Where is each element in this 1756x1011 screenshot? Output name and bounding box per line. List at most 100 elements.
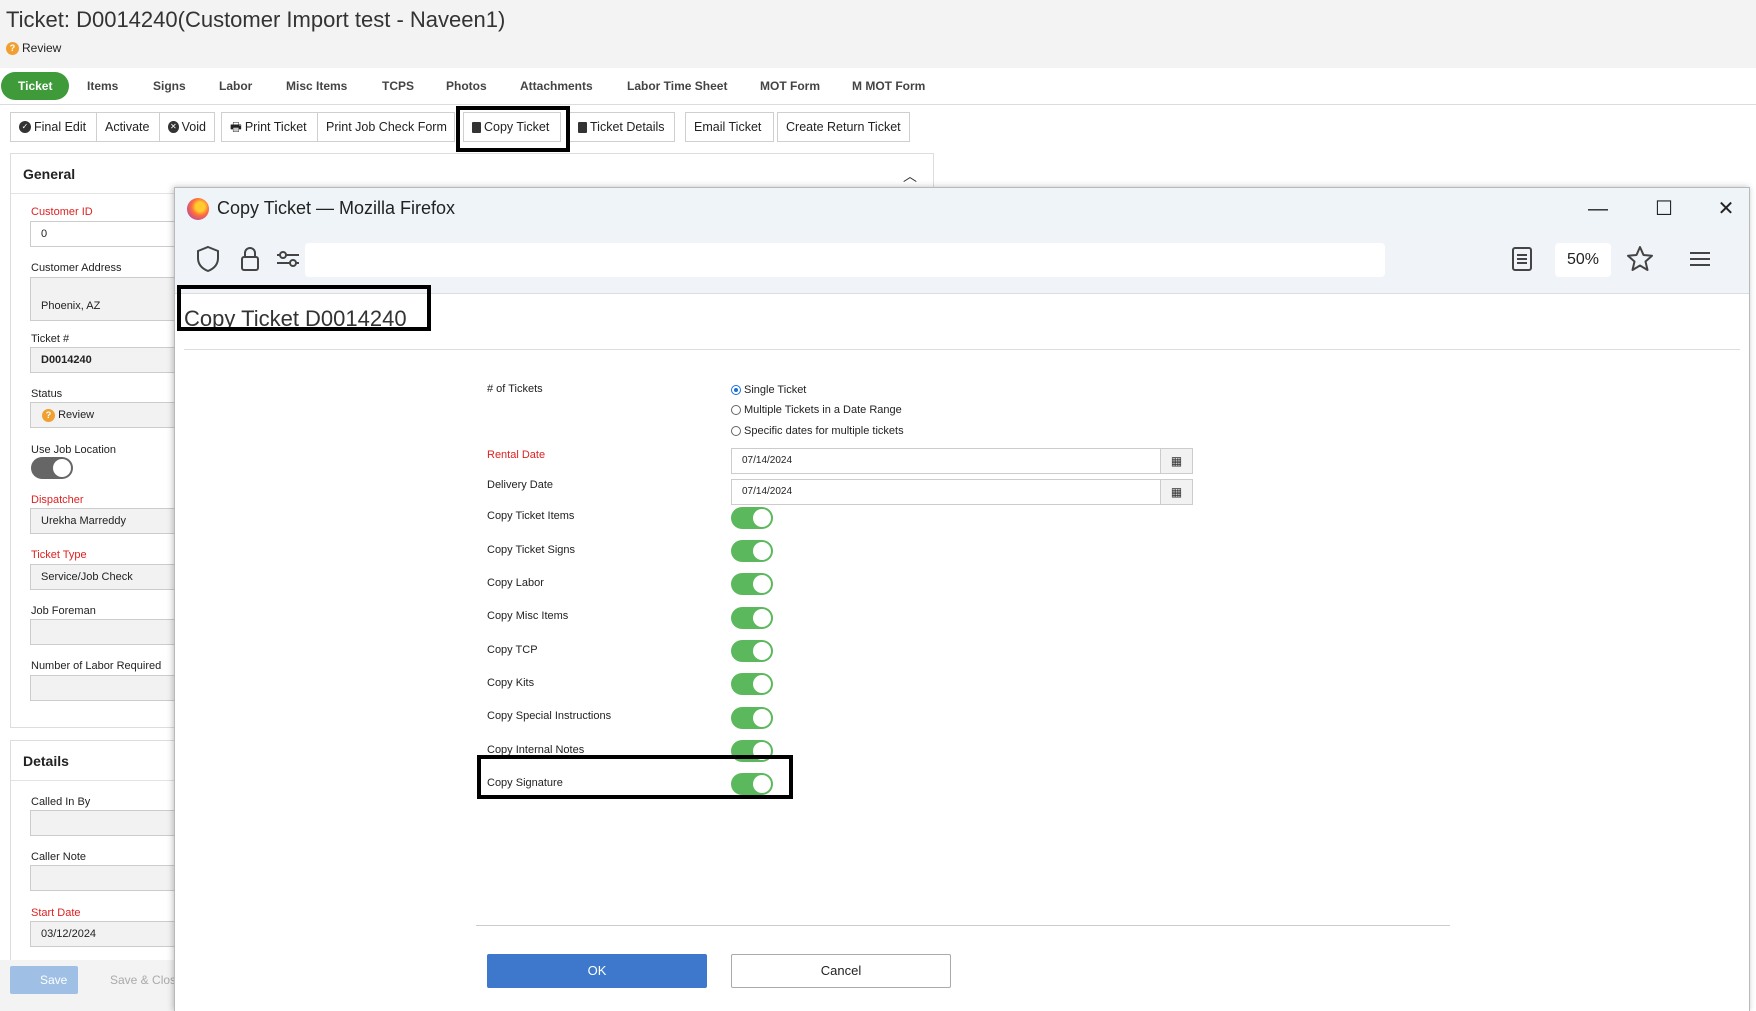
firefox-logo-icon <box>187 198 209 220</box>
job-foreman-field[interactable] <box>30 619 190 645</box>
rental-date-input[interactable]: 07/14/2024 ▦ <box>731 448 1193 474</box>
calendar-icon[interactable]: ▦ <box>1160 480 1192 504</box>
chevron-up-icon[interactable]: ︿ <box>903 166 917 186</box>
shield-icon[interactable] <box>193 244 223 274</box>
tab-labor-time-sheet[interactable]: Labor Time Sheet <box>617 72 737 100</box>
ticket-details-label: Ticket Details <box>590 120 665 134</box>
tab-attachments[interactable]: Attachments <box>510 72 603 100</box>
radio-unselected-icon[interactable] <box>731 426 741 436</box>
copy-tcp-label: Copy TCP <box>487 644 538 656</box>
copy-special-instructions-toggle[interactable] <box>731 707 773 729</box>
delivery-date-label: Delivery Date <box>487 479 554 491</box>
page-title: Ticket: D0014240(Customer Import test - … <box>6 7 506 32</box>
x-circle-icon: ✕ <box>168 121 179 133</box>
radio-single-ticket[interactable]: Single Ticket <box>731 384 806 396</box>
copy-kits-toggle[interactable] <box>731 673 773 695</box>
save-button[interactable]: Save <box>10 966 78 994</box>
tab-mot-form[interactable]: MOT Form <box>750 72 830 100</box>
title-divider <box>184 349 1740 350</box>
radio-multiple-range[interactable]: Multiple Tickets in a Date Range <box>731 404 902 416</box>
printer-icon: 🖶 <box>230 120 242 134</box>
use-job-location-toggle[interactable] <box>31 457 73 479</box>
tab-bar: Ticket Items Signs Labor Misc Items TCPS… <box>0 68 1756 105</box>
copy-labor-toggle[interactable] <box>731 573 773 595</box>
email-ticket-button[interactable]: Email Ticket <box>685 112 774 142</box>
radio-selected-icon[interactable] <box>731 385 741 395</box>
maximize-icon[interactable]: ☐ <box>1641 192 1687 226</box>
copy-misc-items-toggle[interactable] <box>731 607 773 629</box>
tab-signs[interactable]: Signs <box>143 72 196 100</box>
copy-ticket-signs-toggle[interactable] <box>731 540 773 562</box>
ok-button[interactable]: OK <box>487 954 707 988</box>
ticket-number-label: Ticket # <box>31 333 70 345</box>
tab-ticket[interactable]: Ticket <box>1 72 70 100</box>
details-panel: Details Called In By Caller Note Start D… <box>10 740 200 960</box>
radio-specific-dates[interactable]: Specific dates for multiple tickets <box>731 425 904 437</box>
zoom-level[interactable]: 50% <box>1555 243 1611 277</box>
firefox-window-title: Copy Ticket — Mozilla Firefox <box>217 198 456 218</box>
hamburger-menu-icon[interactable] <box>1685 244 1715 274</box>
void-button[interactable]: ✕ Void <box>159 112 215 142</box>
customer-id-field[interactable]: 0 <box>30 221 190 247</box>
print-job-check-button[interactable]: Print Job Check Form <box>317 112 455 142</box>
star-icon[interactable] <box>1625 244 1655 274</box>
final-edit-button[interactable]: ✓ Final Edit <box>10 112 97 142</box>
activate-button[interactable]: Activate <box>96 112 160 142</box>
final-edit-label: Final Edit <box>34 120 87 134</box>
start-date-field[interactable]: 03/12/2024 <box>30 921 190 947</box>
ticket-number-field: D0014240 <box>30 347 190 373</box>
tab-labor[interactable]: Labor <box>209 72 262 100</box>
question-icon: ? <box>42 408 55 422</box>
caller-note-field[interactable] <box>30 865 190 891</box>
labor-required-label: Number of Labor Required <box>31 660 162 672</box>
copy-tcp-toggle[interactable] <box>731 640 773 662</box>
labor-required-field[interactable] <box>30 675 190 701</box>
create-return-label: Create Return Ticket <box>786 120 901 134</box>
radio-specific-label: Specific dates for multiple tickets <box>744 425 904 437</box>
ticket-type-field[interactable]: Service/Job Check <box>30 564 190 590</box>
ticket-details-button[interactable]: Ticket Details <box>569 112 675 142</box>
copy-labor-label: Copy Labor <box>487 577 544 589</box>
lock-icon[interactable] <box>235 244 265 274</box>
rental-date-value: 07/14/2024 <box>742 455 793 466</box>
copy-ticket-signs-label: Copy Ticket Signs <box>487 544 576 556</box>
page-header: Ticket: D0014240(Customer Import test - … <box>0 0 1756 68</box>
copy-ticket-highlight <box>456 106 570 152</box>
delivery-date-input[interactable]: 07/14/2024 ▦ <box>731 479 1193 505</box>
firefox-dialog-window: Copy Ticket — Mozilla Firefox — ☐ ✕ 50% <box>174 187 1750 1011</box>
copy-special-instructions-label: Copy Special Instructions <box>487 710 612 722</box>
url-bar[interactable] <box>305 243 1385 277</box>
num-tickets-label: # of Tickets <box>487 383 543 395</box>
create-return-ticket-button[interactable]: Create Return Ticket <box>777 112 910 142</box>
called-in-by-field[interactable] <box>30 810 190 836</box>
activate-label: Activate <box>105 120 150 134</box>
print-ticket-button[interactable]: 🖶 Print Ticket <box>221 112 318 142</box>
tab-misc-items[interactable]: Misc Items <box>276 72 357 100</box>
tab-photos[interactable]: Photos <box>436 72 497 100</box>
cancel-button[interactable]: Cancel <box>731 954 951 988</box>
radio-multiple-label: Multiple Tickets in a Date Range <box>744 404 902 416</box>
copy-misc-items-label: Copy Misc Items <box>487 610 569 622</box>
dispatcher-field[interactable]: Urekha Marreddy <box>30 508 190 534</box>
reader-view-icon[interactable] <box>1507 244 1537 274</box>
minimize-icon[interactable]: — <box>1575 192 1621 226</box>
radio-single-label: Single Ticket <box>744 384 807 396</box>
tab-tcps[interactable]: TCPS <box>372 72 424 100</box>
print-ticket-label: Print Ticket <box>244 120 307 134</box>
copy-ticket-items-toggle[interactable] <box>731 507 773 529</box>
save-close-button[interactable]: Save & Clos <box>90 966 176 994</box>
document-icon <box>578 121 587 133</box>
close-icon[interactable]: ✕ <box>1703 192 1749 226</box>
dispatcher-label: Dispatcher <box>31 494 84 506</box>
tab-m-mot-form[interactable]: M MOT Form <box>842 72 935 100</box>
use-job-location-label: Use Job Location <box>31 444 116 456</box>
tab-items[interactable]: Items <box>77 72 128 100</box>
copy-signature-highlight <box>477 755 793 799</box>
job-foreman-label: Job Foreman <box>31 605 96 617</box>
permissions-icon[interactable] <box>273 244 303 274</box>
radio-unselected-icon[interactable] <box>731 405 741 415</box>
calendar-icon[interactable]: ▦ <box>1160 449 1192 473</box>
customer-address-field[interactable]: Phoenix, AZ <box>30 277 190 321</box>
ticket-status-text: Review <box>22 41 62 55</box>
status-field: ? Review <box>30 402 190 428</box>
